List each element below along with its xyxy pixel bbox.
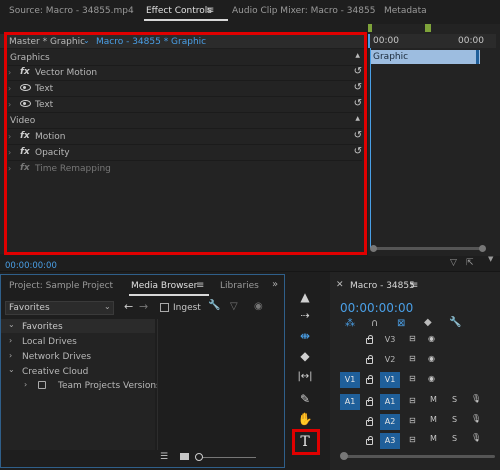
tab-metadata[interactable]: Metadata [384, 6, 427, 16]
panel-menu-icon[interactable]: ≡ [410, 280, 418, 291]
tab-effect-controls[interactable]: Effect Controls [146, 6, 212, 16]
microphone-icon[interactable]: 🎙 [471, 433, 481, 442]
track-name[interactable]: A1 [380, 394, 400, 410]
lock-icon[interactable] [366, 335, 373, 344]
nest-icon[interactable]: ⁂ [345, 318, 355, 329]
ec-bottom-bar [0, 256, 500, 272]
ripple-edit-tool-icon[interactable]: ⇼ [295, 329, 315, 347]
mini-start-time: 00:00 [373, 36, 399, 46]
hand-tool-icon[interactable]: ✋ [295, 412, 315, 430]
type-tool-icon[interactable]: T [295, 434, 315, 452]
mini-playhead[interactable] [370, 48, 371, 248]
track-name[interactable]: A3 [380, 433, 400, 449]
sync-lock-icon[interactable]: ⊟ [409, 334, 416, 343]
snap-icon[interactable]: ∩ [371, 318, 378, 329]
track-a2: A2 ⊟ M S 🎙 [336, 412, 496, 432]
track-a3: A3 ⊟ M S 🎙 [336, 431, 496, 451]
lock-icon[interactable] [366, 355, 373, 364]
mini-scrollbar[interactable] [373, 247, 481, 250]
track-v3: V3 ⊟ ◉ [336, 330, 496, 350]
mini-scroll-handle-left[interactable] [370, 245, 377, 252]
track-name[interactable]: V3 [380, 332, 400, 348]
effect-controls-panel: Source: Macro - 34855.mp4 Effect Control… [0, 0, 500, 272]
sync-lock-icon[interactable]: ⊟ [409, 374, 416, 383]
sync-lock-icon[interactable]: ⊟ [409, 396, 416, 405]
solo-button[interactable]: S [452, 415, 457, 424]
panel-menu-icon[interactable]: ≡ [206, 5, 214, 16]
track-name[interactable]: V1 [380, 372, 400, 388]
microphone-icon[interactable]: 🎙 [471, 394, 481, 403]
in-marker[interactable] [368, 24, 372, 32]
sync-lock-icon[interactable]: ⊟ [409, 354, 416, 363]
microphone-icon[interactable]: 🎙 [471, 414, 481, 423]
mini-scroll-handle-right[interactable] [479, 245, 486, 252]
solo-button[interactable]: S [452, 434, 457, 443]
mute-button[interactable]: M [430, 415, 437, 424]
pen-tool-icon[interactable]: ✎ [295, 392, 315, 410]
mini-clip-label: Graphic [373, 52, 409, 62]
track-name[interactable]: V2 [380, 352, 400, 368]
marker-icon[interactable]: ◆ [424, 317, 432, 328]
timeline-scrollbar[interactable] [345, 455, 495, 458]
linked-selection-icon[interactable]: ⊠ [397, 318, 405, 329]
lock-icon[interactable] [366, 436, 373, 445]
solo-button[interactable]: S [452, 395, 457, 404]
mini-end-time: 00:00 [458, 36, 484, 46]
wrench-icon[interactable]: 🔧 [449, 317, 461, 328]
sync-lock-icon[interactable]: ⊟ [409, 435, 416, 444]
ec-timecode[interactable]: 00:00:00:00 [5, 261, 57, 271]
track-name[interactable]: A2 [380, 414, 400, 430]
slip-tool-icon[interactable]: |↔| [295, 371, 315, 389]
source-patch[interactable]: V1 [340, 372, 360, 388]
tab-source[interactable]: Source: Macro - 34855.mp4 [9, 6, 134, 16]
lock-icon[interactable] [366, 397, 373, 406]
highlight-box [4, 32, 367, 255]
scroll-down-icon[interactable]: ▼ [488, 255, 493, 263]
mini-clip-end-mark [476, 50, 479, 64]
eye-icon[interactable]: ◉ [428, 374, 435, 383]
media-browser-panel: Project: Sample Project Media Browser ≡ … [0, 272, 287, 470]
export-icon[interactable]: ⇱ [466, 258, 474, 268]
out-marker[interactable] [425, 24, 431, 32]
mute-button[interactable]: M [430, 434, 437, 443]
track-a1: A1 A1 ⊟ M S 🎙 [336, 392, 496, 412]
timeline-scroll-handle[interactable] [340, 452, 348, 460]
tab-active-underline [144, 19, 228, 21]
track-v2: V2 ⊟ ◉ [336, 350, 496, 370]
source-patch[interactable]: A1 [340, 394, 360, 410]
track-select-tool-icon[interactable]: ⇢ [295, 309, 315, 327]
eye-icon[interactable]: ◉ [428, 334, 435, 343]
track-v1: V1 V1 ⊟ ◉ [336, 370, 496, 390]
lock-icon[interactable] [366, 417, 373, 426]
tab-audio-clip-mixer[interactable]: Audio Clip Mixer: Macro - 34855 [232, 6, 375, 16]
timeline-title[interactable]: Macro - 34855 [350, 281, 415, 291]
close-icon[interactable]: ✕ [336, 280, 344, 290]
divider [0, 271, 500, 272]
timeline-timecode[interactable]: 00:00:00:00 [340, 301, 413, 315]
panel-border-blue [0, 274, 285, 468]
lock-icon[interactable] [366, 375, 373, 384]
selection-tool-icon[interactable]: ▲ [295, 290, 315, 308]
razor-tool-icon[interactable]: ◆ [295, 349, 315, 367]
sync-lock-icon[interactable]: ⊟ [409, 416, 416, 425]
mute-button[interactable]: M [430, 395, 437, 404]
filter-icon[interactable]: ▽ [450, 258, 457, 268]
eye-icon[interactable]: ◉ [428, 354, 435, 363]
